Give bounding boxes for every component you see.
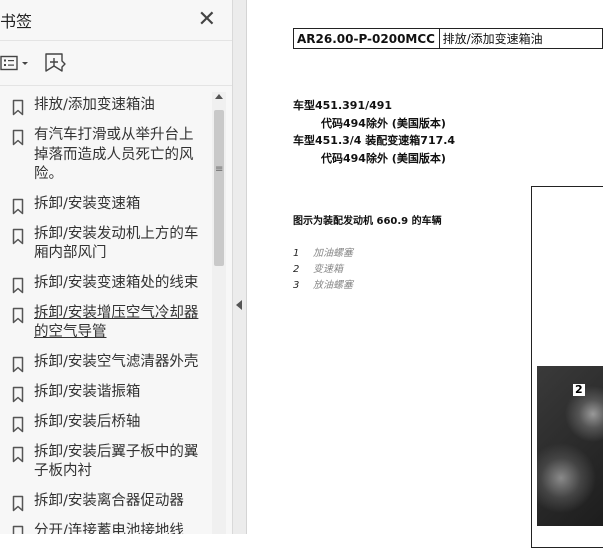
bookmark-label: 拆卸/安装发动机上方的车厢内部风门 (34, 225, 199, 262)
model-line: 代码494除外 (美国版本) (321, 117, 446, 130)
legend-text: 加油螺塞 (313, 248, 353, 259)
bookmarks-header: 书签 ✕ (0, 0, 232, 41)
bookmarks-toolbar (0, 41, 232, 86)
model-line: 代码494除外 (美国版本) (321, 152, 446, 165)
bookmarks-panel: 书签 ✕ 排放/添加变速箱油有汽车打滑或从举升台上掉落而造成人员死亡的风险。拆卸… (0, 0, 233, 534)
legend-number: 3 (293, 280, 300, 291)
model-line: 车型451.3/4 装配变速箱717.4 (293, 134, 456, 147)
legend-item: 3 放油螺塞 (293, 276, 353, 291)
bookmark-item[interactable]: 拆卸/安装变速箱 (0, 191, 212, 221)
document-code: AR26.00-P-0200MCC (293, 28, 440, 49)
bookmark-item[interactable]: 拆卸/安装变速箱处的线束 (0, 270, 212, 300)
bookmark-icon (12, 525, 24, 534)
bookmark-item[interactable]: 拆卸/安装后翼子板中的翼子板内衬 (0, 439, 212, 488)
bookmark-label: 分开/连接蓄电池接地线 (34, 522, 184, 535)
bookmark-expand-icon (45, 53, 66, 72)
bookmark-icon (12, 495, 24, 511)
collapse-arrow-icon[interactable] (236, 300, 242, 310)
bookmark-item[interactable]: 拆卸/安装空气滤清器外壳 (0, 349, 212, 379)
document-page: AR26.00-P-0200MCC 排放/添加变速箱油 车型451.391/49… (247, 0, 603, 548)
document-code-table: AR26.00-P-0200MCC 排放/添加变速箱油 (293, 28, 603, 49)
bookmark-item[interactable]: 分开/连接蓄电池接地线 (0, 518, 212, 535)
bookmark-scrollbar[interactable]: ≡ (212, 92, 226, 534)
bookmark-icon (12, 356, 24, 372)
bookmark-icon (12, 99, 24, 116)
bookmark-add-button[interactable] (42, 51, 68, 75)
bookmark-label: 拆卸/安装变速箱 (34, 195, 141, 212)
bookmark-label: 排放/添加变速箱油 (34, 97, 155, 113)
bookmark-item[interactable]: 排放/添加变速箱油 (0, 92, 212, 122)
figure-caption: 图示为装配发动机 660.9 的车辆 (293, 216, 442, 227)
bookmark-label: 拆卸/安装离合器促动器 (34, 492, 184, 509)
bookmark-item[interactable]: 拆卸/安装谐振箱 (0, 379, 212, 409)
bookmark-icon (12, 446, 24, 462)
bookmark-item[interactable]: 有汽车打滑或从举升台上掉落而造成人员死亡的风险。 (0, 122, 212, 191)
scroll-up-icon[interactable] (215, 94, 223, 99)
bookmark-item[interactable]: 拆卸/安装离合器促动器 (0, 488, 212, 518)
bookmarks-title: 书签 (0, 12, 33, 31)
close-icon[interactable]: ✕ (198, 9, 216, 31)
bookmark-icon (12, 129, 24, 146)
bookmark-label: 拆卸/安装后翼子板中的翼子板内衬 (34, 443, 199, 480)
grip-icon: ≡ (215, 164, 224, 175)
bookmark-icon (12, 307, 24, 323)
legend-number: 1 (293, 248, 300, 259)
options-menu-button[interactable] (0, 55, 30, 71)
bookmark-icon (12, 228, 24, 244)
bookmark-item[interactable]: 拆卸/安装后桥轴 (0, 409, 212, 439)
list-options-icon (0, 55, 28, 71)
bookmark-icon (12, 416, 24, 432)
bookmark-list: 排放/添加变速箱油有汽车打滑或从举升台上掉落而造成人员死亡的风险。拆卸/安装变速… (0, 92, 212, 534)
bookmark-item[interactable]: 拆卸/安装发动机上方的车厢内部风门 (0, 221, 212, 270)
bookmark-icon (12, 386, 24, 402)
bookmark-label: 拆卸/安装后桥轴 (34, 413, 141, 430)
bookmark-label: 拆卸/安装变速箱处的线束 (34, 274, 199, 291)
legend-item: 1 加油螺塞 (293, 244, 353, 259)
legend-text: 放油螺塞 (313, 280, 353, 291)
bookmark-icon (12, 277, 24, 293)
legend-number: 2 (293, 264, 300, 275)
bookmark-label: 拆卸/安装增压空气冷却器的空气导管 (34, 304, 199, 341)
legend-text: 变速箱 (313, 264, 343, 275)
legend-item: 2 变速箱 (293, 260, 343, 275)
document-code-title: 排放/添加变速箱油 (438, 28, 603, 49)
bookmark-label: 拆卸/安装空气滤清器外壳 (34, 353, 199, 370)
bookmark-label: 拆卸/安装谐振箱 (34, 383, 141, 400)
transmission-photo: 2 (537, 366, 603, 526)
bookmark-item[interactable]: 拆卸/安装增压空气冷却器的空气导管 (0, 300, 212, 349)
photo-callout-label: 2 (573, 383, 585, 396)
scroll-thumb[interactable] (214, 110, 224, 266)
bookmark-icon (12, 198, 24, 214)
bookmark-label: 有汽车打滑或从举升台上掉落而造成人员死亡的风险。 (34, 127, 194, 182)
model-line: 车型451.391/491 (293, 99, 393, 112)
panel-splitter[interactable] (233, 0, 247, 534)
